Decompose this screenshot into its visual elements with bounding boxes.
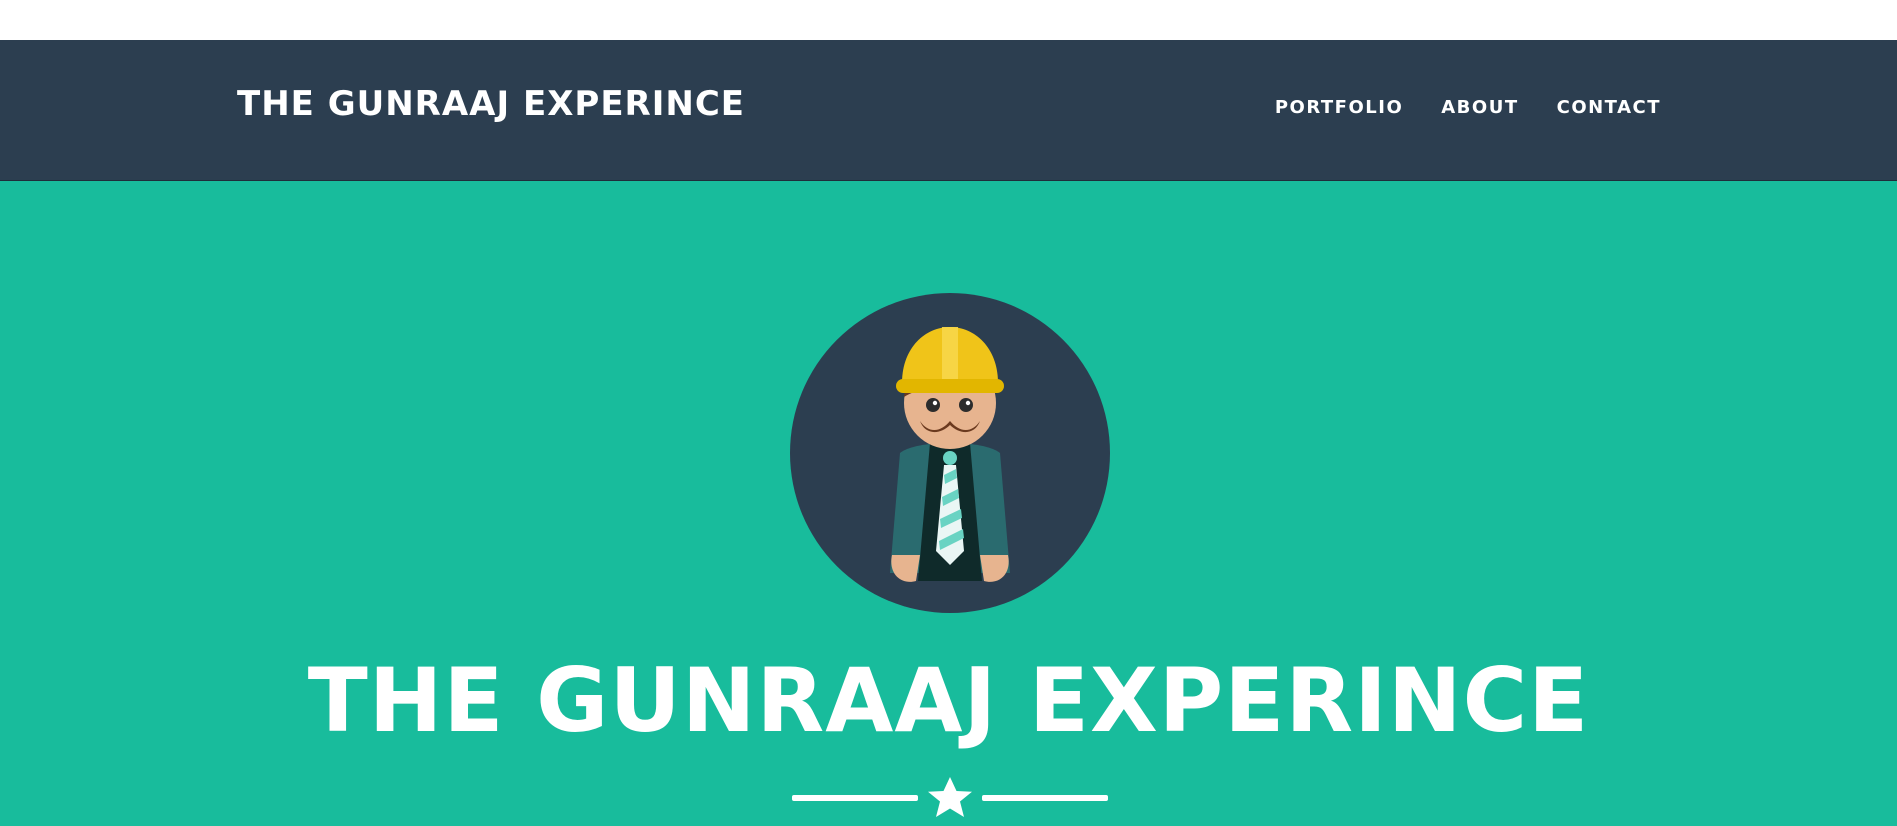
divider-line-left <box>792 795 918 801</box>
navbar: THE GUNRAAJ EXPERINCE PORTFOLIO ABOUT CO… <box>0 40 1897 181</box>
nav-link-contact[interactable]: CONTACT <box>1557 97 1661 118</box>
nav-link-portfolio[interactable]: PORTFOLIO <box>1275 97 1403 118</box>
star-divider <box>792 777 1108 817</box>
star-icon <box>928 777 972 817</box>
nav-menu: PORTFOLIO ABOUT CONTACT <box>1275 96 1661 120</box>
nav-link-about[interactable]: ABOUT <box>1441 97 1518 118</box>
divider-line-right <box>982 795 1108 801</box>
brand-link[interactable]: THE GUNRAAJ EXPERINCE <box>237 84 745 124</box>
top-strip: ` <box>0 0 1897 40</box>
nav-item-contact: CONTACT <box>1557 96 1661 120</box>
hero-title: THE GUNRAAJ EXPERINCE <box>307 649 1590 752</box>
nav-item-portfolio: PORTFOLIO <box>1275 96 1403 120</box>
construction-worker-avatar-icon <box>790 293 1110 613</box>
hero-section: THE GUNRAAJ EXPERINCE <box>0 181 1897 826</box>
nav-item-about: ABOUT <box>1441 96 1518 120</box>
cursor-tick: ` <box>981 0 988 13</box>
